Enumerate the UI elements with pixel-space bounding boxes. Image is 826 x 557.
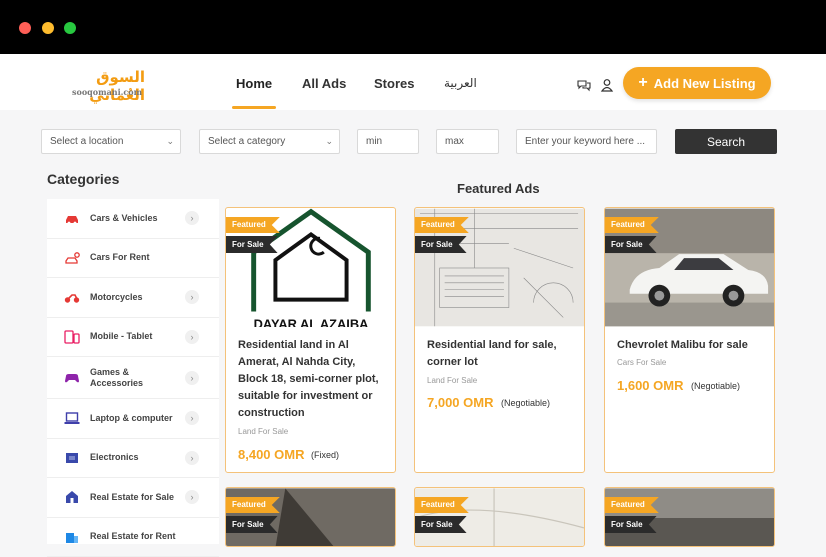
category-item-electronics[interactable]: Electronics › — [47, 439, 219, 479]
for-sale-badge: For Sale — [415, 516, 467, 533]
logo-arabic-text: السوق العُماني — [45, 68, 145, 104]
categories-list: Cars & Vehicles › Cars For Rent Motorcyc… — [47, 199, 219, 544]
category-label: Real Estate for Rent — [90, 531, 180, 542]
category-select[interactable]: Select a category ⌄ — [199, 129, 340, 154]
chevron-right-icon: › — [185, 490, 199, 504]
category-select-value: Select a category — [208, 136, 285, 147]
category-label: Electronics — [90, 452, 180, 463]
mobile-icon — [64, 330, 80, 344]
chevron-right-icon: › — [185, 411, 199, 425]
logo-domain-text: sooqomani.com — [72, 87, 142, 97]
ad-price-note: (Negotiable) — [691, 381, 740, 391]
category-label: Laptop & computer — [90, 413, 180, 424]
location-select-value: Select a location — [50, 136, 123, 147]
chevron-right-icon: › — [185, 211, 199, 225]
motorcycle-icon — [64, 290, 80, 304]
ad-card[interactable]: Featured For Sale — [225, 487, 396, 547]
max-price-input[interactable]: max — [436, 129, 499, 154]
ad-card[interactable]: DAYAR AL AZAIBA Featured For Sale Reside… — [225, 207, 396, 473]
minimize-window-button[interactable] — [42, 22, 54, 34]
building-icon — [64, 530, 80, 544]
ad-title[interactable]: Residential land in Al Amerat, Al Nahda … — [238, 337, 388, 422]
keyword-input[interactable]: Enter your keyword here ... — [516, 129, 657, 154]
plus-icon: + — [638, 74, 647, 92]
category-label: Cars & Vehicles — [90, 213, 180, 224]
ad-price-note: (Negotiable) — [501, 398, 550, 408]
chevron-right-icon: › — [185, 330, 199, 344]
chevron-down-icon: ⌄ — [325, 130, 333, 153]
ad-price: 1,600 OMR — [617, 378, 683, 393]
featured-ads-heading: Featured Ads — [457, 181, 540, 196]
chevron-down-icon: ⌄ — [166, 130, 174, 153]
add-new-listing-button[interactable]: + Add New Listing — [623, 67, 771, 99]
nav-language-arabic[interactable]: العربية — [444, 76, 477, 90]
category-item-mobile-tablet[interactable]: Mobile - Tablet › — [47, 318, 219, 358]
category-label: Cars For Rent — [90, 252, 180, 263]
maximize-window-button[interactable] — [64, 22, 76, 34]
ad-card[interactable]: Featured For Sale Residential land for s… — [414, 207, 585, 473]
ad-price: 8,400 OMR — [238, 447, 304, 462]
ad-title[interactable]: Chevrolet Malibu for sale — [617, 337, 767, 354]
search-button[interactable]: Search — [675, 129, 777, 154]
category-item-laptop[interactable]: Laptop & computer › — [47, 399, 219, 439]
category-item-motorcycles[interactable]: Motorcycles › — [47, 278, 219, 318]
category-item-real-estate-rent[interactable]: Real Estate for Rent — [47, 518, 219, 557]
category-label: Games & Accessories — [90, 367, 180, 389]
for-sale-badge: For Sale — [226, 236, 278, 253]
car-key-icon — [64, 251, 80, 265]
gamepad-icon — [64, 371, 80, 385]
for-sale-badge: For Sale — [226, 516, 278, 533]
category-label: Mobile - Tablet — [90, 331, 180, 342]
car-icon — [64, 211, 80, 225]
chevron-right-icon: › — [185, 371, 199, 385]
site-header: السوق العُماني sooqomani.com Home All Ad… — [0, 54, 826, 110]
laptop-icon — [64, 411, 80, 425]
nav-active-indicator — [232, 106, 276, 109]
ad-title[interactable]: Residential land for sale, corner lot — [427, 337, 577, 371]
categories-heading: Categories — [47, 171, 119, 187]
category-item-real-estate-sale[interactable]: Real Estate for Sale › — [47, 478, 219, 518]
ad-image-text: DAYAR AL AZAIBA — [254, 316, 369, 327]
close-window-button[interactable] — [19, 22, 31, 34]
ad-card[interactable]: Featured For Sale Chevrolet Malibu for s… — [604, 207, 775, 473]
ad-category: Land For Sale — [238, 427, 288, 436]
chevron-right-icon: › — [185, 451, 199, 465]
user-icon[interactable] — [600, 78, 614, 92]
for-sale-badge: For Sale — [415, 236, 467, 253]
electronics-icon — [64, 451, 80, 465]
chevron-right-icon: › — [185, 290, 199, 304]
location-select[interactable]: Select a location ⌄ — [41, 129, 181, 154]
ad-price-note: (Fixed) — [311, 450, 339, 460]
house-icon — [64, 490, 80, 504]
ad-card[interactable]: Featured For Sale — [414, 487, 585, 547]
add-listing-label: Add New Listing — [654, 76, 756, 91]
chat-icon[interactable] — [577, 78, 591, 92]
ad-category: Land For Sale — [427, 376, 477, 385]
nav-stores[interactable]: Stores — [374, 76, 414, 91]
category-item-games[interactable]: Games & Accessories › — [47, 357, 219, 399]
ad-price: 7,000 OMR — [427, 395, 493, 410]
ad-category: Cars For Sale — [617, 358, 666, 367]
nav-all-ads[interactable]: All Ads — [302, 76, 346, 91]
site-logo[interactable]: السوق العُماني sooqomani.com — [45, 68, 145, 98]
category-item-cars-rent[interactable]: Cars For Rent — [47, 239, 219, 279]
window-titlebar — [0, 0, 826, 54]
ad-card[interactable]: Featured For Sale — [604, 487, 775, 547]
min-price-input[interactable]: min — [357, 129, 419, 154]
category-item-cars-vehicles[interactable]: Cars & Vehicles › — [47, 199, 219, 239]
category-label: Real Estate for Sale — [90, 492, 180, 503]
category-label: Motorcycles — [90, 292, 180, 303]
nav-home[interactable]: Home — [236, 76, 272, 91]
